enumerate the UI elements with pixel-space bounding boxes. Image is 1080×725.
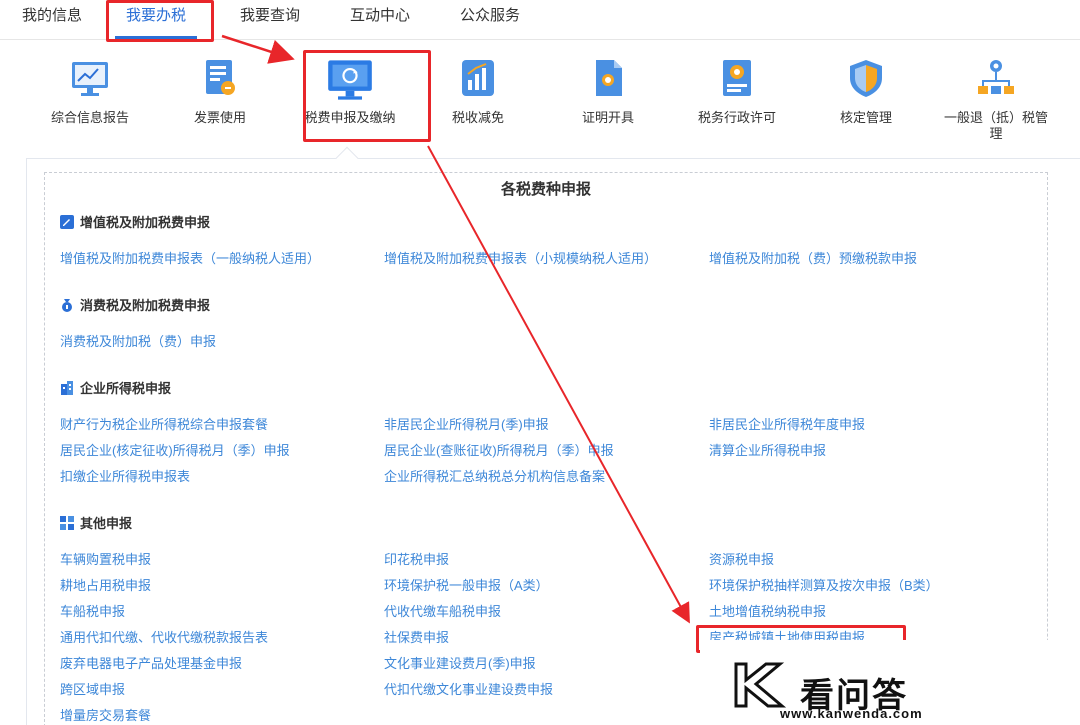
service-admin-permit[interactable]: 税务行政许可 [682,56,792,126]
money-bag-icon [62,299,72,312]
link-corp-1[interactable]: 非居民企业所得税月(季)申报 [384,417,549,433]
link-other-15[interactable]: 代扣代缴文化事业建设费申报 [384,682,553,698]
section-other-heading: 其他申报 [60,515,132,533]
link-corp-2[interactable]: 非居民企业所得税年度申报 [709,417,865,433]
building-icon [61,381,73,395]
link-vat-small-scale[interactable]: 增值税及附加税费申报表（小规模纳税人适用） [384,251,657,267]
link-corp-3[interactable]: 居民企业(核定征收)所得税月（季）申报 [60,443,290,459]
invoice-icon [206,60,235,95]
link-other-13[interactable]: 文化事业建设费月(季)申报 [384,656,536,672]
tab-interaction[interactable]: 互动中心 [338,0,422,40]
link-other-1[interactable]: 印花税申报 [384,552,449,568]
link-corp-4[interactable]: 居民企业(查账征收)所得税月（季）申报 [384,443,614,459]
bar-chart-icon [462,60,494,96]
service-assessment[interactable]: 核定管理 [811,56,921,126]
org-tree-icon [978,60,1014,94]
section-vat-heading: 增值税及附加税费申报 [60,214,210,232]
link-corp-6[interactable]: 扣缴企业所得税申报表 [60,469,190,485]
link-other-12[interactable]: 废弃电器电子产品处理基金申报 [60,656,242,672]
certificate-doc-icon [596,60,622,96]
link-vat-prepay[interactable]: 增值税及附加税（费）预缴税款申报 [709,251,917,267]
link-other-5[interactable]: 环境保护税抽样测算及按次申报（B类） [709,578,939,594]
monitor-chart-icon [72,62,108,96]
service-label: 证明开具 [581,110,634,125]
edit-icon [60,215,74,229]
service-refund[interactable]: 一般退（抵）税管理 [941,56,1051,142]
section-consumption-heading: 消费税及附加税费申报 [60,297,210,315]
service-label: 税务行政许可 [697,110,776,125]
tab-my-info[interactable]: 我的信息 [10,0,94,40]
shield-icon [850,60,882,97]
service-label: 一般退（抵）税管理 [943,110,1048,141]
section-corporate-heading: 企业所得税申报 [60,380,171,398]
service-tax-relief[interactable]: 税收减免 [423,56,533,126]
section-heading-text: 消费税及附加税费申报 [80,298,211,313]
highlight-box-service [303,50,431,142]
link-other-2[interactable]: 资源税申报 [709,552,774,568]
link-other-3[interactable]: 耕地占用税申报 [60,578,151,594]
link-corp-0[interactable]: 财产行为税企业所得税综合申报套餐 [60,417,268,433]
link-other-14[interactable]: 跨区域申报 [60,682,125,698]
service-label: 核定管理 [839,110,892,125]
link-other-6[interactable]: 车船税申报 [60,604,125,620]
grid-icon [60,516,74,530]
section-heading-text: 增值税及附加税费申报 [80,215,211,230]
highlight-box-tab [106,0,214,42]
link-other-4[interactable]: 环境保护税一般申报（A类） [384,578,549,594]
medal-doc-icon [723,60,751,96]
service-invoice[interactable]: 发票使用 [165,56,275,126]
service-label: 税收减免 [451,110,504,125]
link-consumption-tax[interactable]: 消费税及附加税（费）申报 [60,334,216,350]
link-other-9[interactable]: 通用代扣代缴、代收代缴税款报告表 [60,630,268,646]
link-vat-general[interactable]: 增值税及附加税费申报表（一般纳税人适用） [60,251,320,267]
watermark-url: www.kanwenda.com [780,706,923,721]
service-label: 发票使用 [193,110,246,125]
link-other-0[interactable]: 车辆购置税申报 [60,552,151,568]
link-other-16[interactable]: 增量房交易套餐 [60,708,151,724]
service-info-report[interactable]: 综合信息报告 [35,56,145,126]
tab-public-service[interactable]: 公众服务 [448,0,532,40]
link-corp-7[interactable]: 企业所得税汇总纳税总分机构信息备案 [384,469,605,485]
tab-query[interactable]: 我要查询 [228,0,312,40]
link-other-10[interactable]: 社保费申报 [384,630,449,646]
panel-title: 各税费种申报 [500,181,591,198]
link-other-8[interactable]: 土地增值税纳税申报 [709,604,826,620]
section-heading-text: 其他申报 [80,516,133,531]
service-certificate[interactable]: 证明开具 [553,56,663,126]
service-label: 综合信息报告 [50,110,129,125]
link-corp-5[interactable]: 清算企业所得税申报 [709,443,826,459]
section-heading-text: 企业所得税申报 [80,381,172,396]
link-other-7[interactable]: 代收代缴车船税申报 [384,604,501,620]
kanwenda-logo-icon [734,662,787,708]
